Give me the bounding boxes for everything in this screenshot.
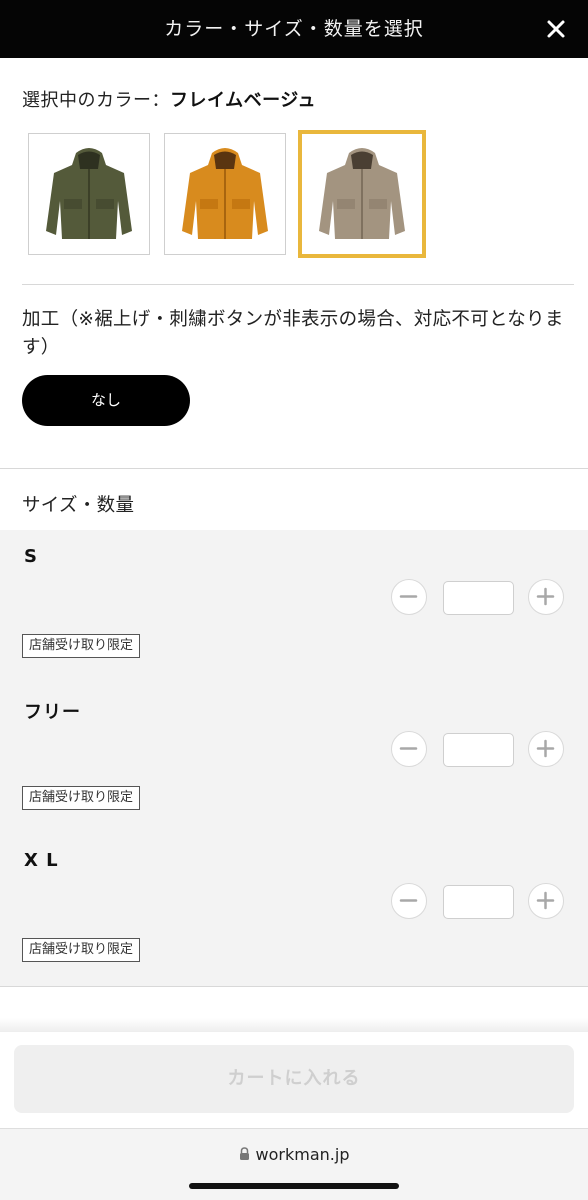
increase-button[interactable] (528, 579, 564, 615)
plus-icon (536, 739, 555, 758)
section-divider (0, 986, 588, 987)
size-name: X L (24, 850, 59, 871)
url-display[interactable]: workman.jp (0, 1145, 588, 1164)
section-divider (0, 468, 588, 469)
lock-icon (239, 1147, 249, 1160)
minus-icon (399, 747, 418, 750)
decrease-button[interactable] (391, 883, 427, 919)
modal-header: カラー・サイズ・数量を選択 (0, 0, 588, 58)
selected-color-prefix: 選択中のカラー： (22, 90, 170, 111)
close-button[interactable] (542, 15, 570, 43)
add-to-cart-button[interactable]: カートに入れる (14, 1045, 574, 1113)
quantity-input[interactable] (443, 733, 514, 767)
quantity-input[interactable] (443, 885, 514, 919)
increase-button[interactable] (528, 883, 564, 919)
size-row-xl: X L 店舗受け取り限定 (0, 834, 588, 986)
modal-title: カラー・サイズ・数量を選択 (164, 18, 424, 40)
size-quantity-title: サイズ・数量 (22, 495, 135, 516)
processing-none-button[interactable]: なし (22, 375, 190, 426)
selected-color-label: 選択中のカラー：フレイムベージュ (22, 86, 316, 112)
decrease-button[interactable] (391, 731, 427, 767)
color-swatch-orange[interactable] (164, 133, 286, 255)
store-pickup-only-badge: 店舗受け取り限定 (22, 786, 141, 810)
plus-icon (536, 891, 555, 910)
processing-label: 加工（※裾上げ・刺繍ボタンが非表示の場合、対応不可となります） (22, 309, 564, 358)
jacket-image-olive (46, 148, 132, 239)
section-divider (22, 284, 574, 285)
size-row-s: S 店舗受け取り限定 (0, 530, 588, 682)
color-swatch-beige[interactable] (298, 130, 426, 258)
store-pickup-only-badge: 店舗受け取り限定 (22, 938, 141, 962)
decrease-button[interactable] (391, 579, 427, 615)
color-swatch-olive[interactable] (28, 133, 150, 255)
close-icon (547, 20, 565, 38)
url-text: workman.jp (255, 1145, 350, 1164)
quantity-input[interactable] (443, 581, 514, 615)
size-row-free: フリー 店舗受け取り限定 (0, 682, 588, 834)
selected-color-name: フレイムベージュ (170, 90, 317, 111)
size-name: S (24, 546, 38, 567)
minus-icon (399, 899, 418, 902)
plus-icon (536, 587, 555, 606)
store-pickup-only-badge: 店舗受け取り限定 (22, 634, 141, 658)
home-indicator[interactable] (189, 1183, 399, 1189)
size-name: フリー (24, 702, 81, 723)
increase-button[interactable] (528, 731, 564, 767)
jacket-image-orange (182, 148, 268, 239)
minus-icon (399, 595, 418, 598)
jacket-image-beige (319, 148, 405, 239)
browser-address-bar: workman.jp (0, 1128, 588, 1200)
footer-shadow (0, 1018, 588, 1032)
